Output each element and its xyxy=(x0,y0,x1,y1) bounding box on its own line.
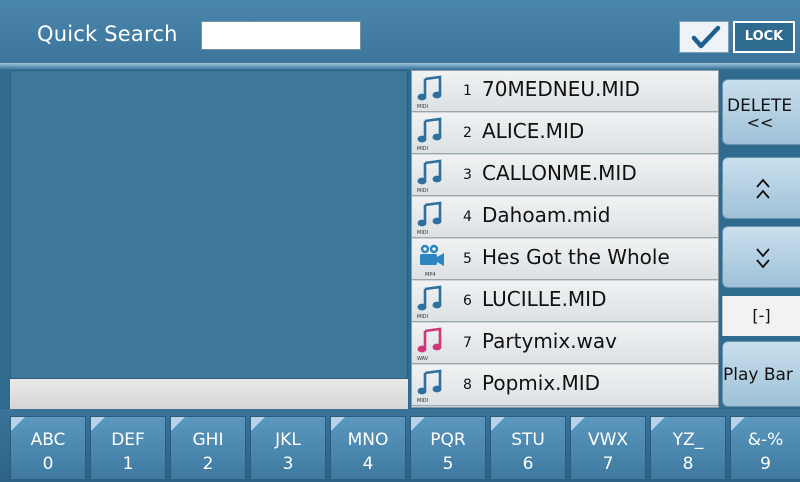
key-number: 1 xyxy=(122,454,134,474)
file-type-label: MIDI xyxy=(417,398,428,403)
key-number: 4 xyxy=(362,454,374,474)
key-letters: GHI xyxy=(192,430,224,450)
key-letters: MNO xyxy=(347,430,389,450)
key-letters: YZ_ xyxy=(672,430,704,450)
alpha-key-stu[interactable]: STU 6 xyxy=(490,416,566,480)
scroll-down-button[interactable] xyxy=(722,226,800,288)
file-index: 4 xyxy=(463,209,472,225)
file-row[interactable]: MIDI 2 ALICE.MID xyxy=(412,113,718,154)
header-divider xyxy=(0,63,800,69)
file-name: Partymix.wav xyxy=(482,329,617,353)
video-camera-icon: MP4 xyxy=(420,244,444,277)
file-name: ALICE.MID xyxy=(482,119,585,143)
file-type-label: MIDI xyxy=(417,314,428,319)
alpha-key-yz[interactable]: YZ_ 8 xyxy=(650,416,726,480)
file-index: 3 xyxy=(463,167,472,183)
alpha-key-mno[interactable]: MNO 4 xyxy=(330,416,406,480)
double-chevron-up-icon xyxy=(756,178,770,199)
lock-button[interactable]: LOCK xyxy=(733,21,795,53)
key-letters: &-% xyxy=(747,430,784,450)
file-row[interactable]: MIDI 1 70MEDNEU.MID xyxy=(412,71,718,112)
quick-search-label: Quick Search xyxy=(37,22,178,46)
alpha-key-symbols[interactable]: &-% 9 xyxy=(730,416,800,480)
quick-search-input[interactable] xyxy=(201,21,361,50)
file-type-label: MIDI xyxy=(417,230,428,235)
music-note-icon: MIDI xyxy=(417,75,442,109)
key-letters: ABC xyxy=(30,430,66,450)
file-type-label: MP4 xyxy=(425,272,436,277)
file-row[interactable]: MIDI 3 CALLONME.MID xyxy=(412,155,718,196)
file-row[interactable]: MIDI 4 Dahoam.mid xyxy=(412,197,718,238)
music-note-icon: MIDI xyxy=(417,369,442,403)
file-type-label: WAV xyxy=(417,356,429,361)
checkmark-icon xyxy=(691,25,721,49)
alpha-key-def[interactable]: DEF 1 xyxy=(90,416,166,480)
alpha-key-ghi[interactable]: GHI 2 xyxy=(170,416,246,480)
alpha-key-pqr[interactable]: PQR 5 xyxy=(410,416,486,480)
file-name: 70MEDNEU.MID xyxy=(482,77,640,101)
key-number: 3 xyxy=(282,454,294,474)
preview-panel xyxy=(10,70,408,379)
lock-checkbox[interactable] xyxy=(679,21,729,53)
music-note-icon: MIDI xyxy=(417,117,442,151)
file-index: 2 xyxy=(463,125,472,141)
key-letters: STU xyxy=(511,430,545,450)
alpha-key-abc[interactable]: ABC 0 xyxy=(10,416,86,480)
file-index: 7 xyxy=(463,335,472,351)
music-note-icon: MIDI xyxy=(417,201,442,235)
file-list: MIDI 1 70MEDNEU.MID MIDI 2 ALICE.MID MID… xyxy=(411,70,719,408)
file-row[interactable]: MIDI 8 Popmix.MID xyxy=(412,365,718,406)
file-row[interactable]: MIDI 6 LUCILLE.MID xyxy=(412,281,718,322)
key-letters: JKL xyxy=(275,430,301,450)
music-note-icon: WAV xyxy=(417,327,442,361)
key-number: 0 xyxy=(42,454,54,474)
alpha-key-jkl[interactable]: JKL 3 xyxy=(250,416,326,480)
file-index: 8 xyxy=(463,377,472,393)
key-number: 9 xyxy=(760,454,771,474)
file-index: 1 xyxy=(463,83,472,99)
double-chevron-down-icon xyxy=(756,248,770,269)
preview-info-strip xyxy=(10,379,408,409)
key-number: 8 xyxy=(682,454,694,474)
page-indicator: [-] xyxy=(722,296,800,336)
music-note-icon: MIDI xyxy=(417,285,442,319)
file-type-label: MIDI xyxy=(417,188,428,193)
file-name: Popmix.MID xyxy=(482,371,601,395)
key-number: 7 xyxy=(602,454,614,474)
key-letters: PQR xyxy=(430,430,466,450)
file-row[interactable]: WAV 7 Partymix.wav xyxy=(412,323,718,364)
file-name: Hes Got the Whole xyxy=(482,245,670,269)
play-bar-button[interactable]: Play Bar xyxy=(722,341,800,407)
key-number: 2 xyxy=(202,454,214,474)
file-name: CALLONME.MID xyxy=(482,161,637,185)
file-index: 6 xyxy=(463,293,472,309)
key-number: 5 xyxy=(442,454,454,474)
file-row[interactable]: MP4 5 Hes Got the Whole xyxy=(412,239,718,280)
file-name: LUCILLE.MID xyxy=(482,287,607,311)
delete-button[interactable]: DELETE << xyxy=(722,79,800,145)
file-type-label: MIDI xyxy=(417,104,428,109)
key-number: 6 xyxy=(522,454,534,474)
backspace-label: << xyxy=(746,113,774,132)
file-index: 5 xyxy=(463,251,472,267)
scroll-up-button[interactable] xyxy=(722,157,800,219)
music-note-icon: MIDI xyxy=(417,159,442,193)
file-name: Dahoam.mid xyxy=(482,203,611,227)
key-letters: VWX xyxy=(587,430,629,450)
file-type-label: MIDI xyxy=(417,146,428,151)
key-letters: DEF xyxy=(111,430,145,450)
alpha-key-vwx[interactable]: VWX 7 xyxy=(570,416,646,480)
